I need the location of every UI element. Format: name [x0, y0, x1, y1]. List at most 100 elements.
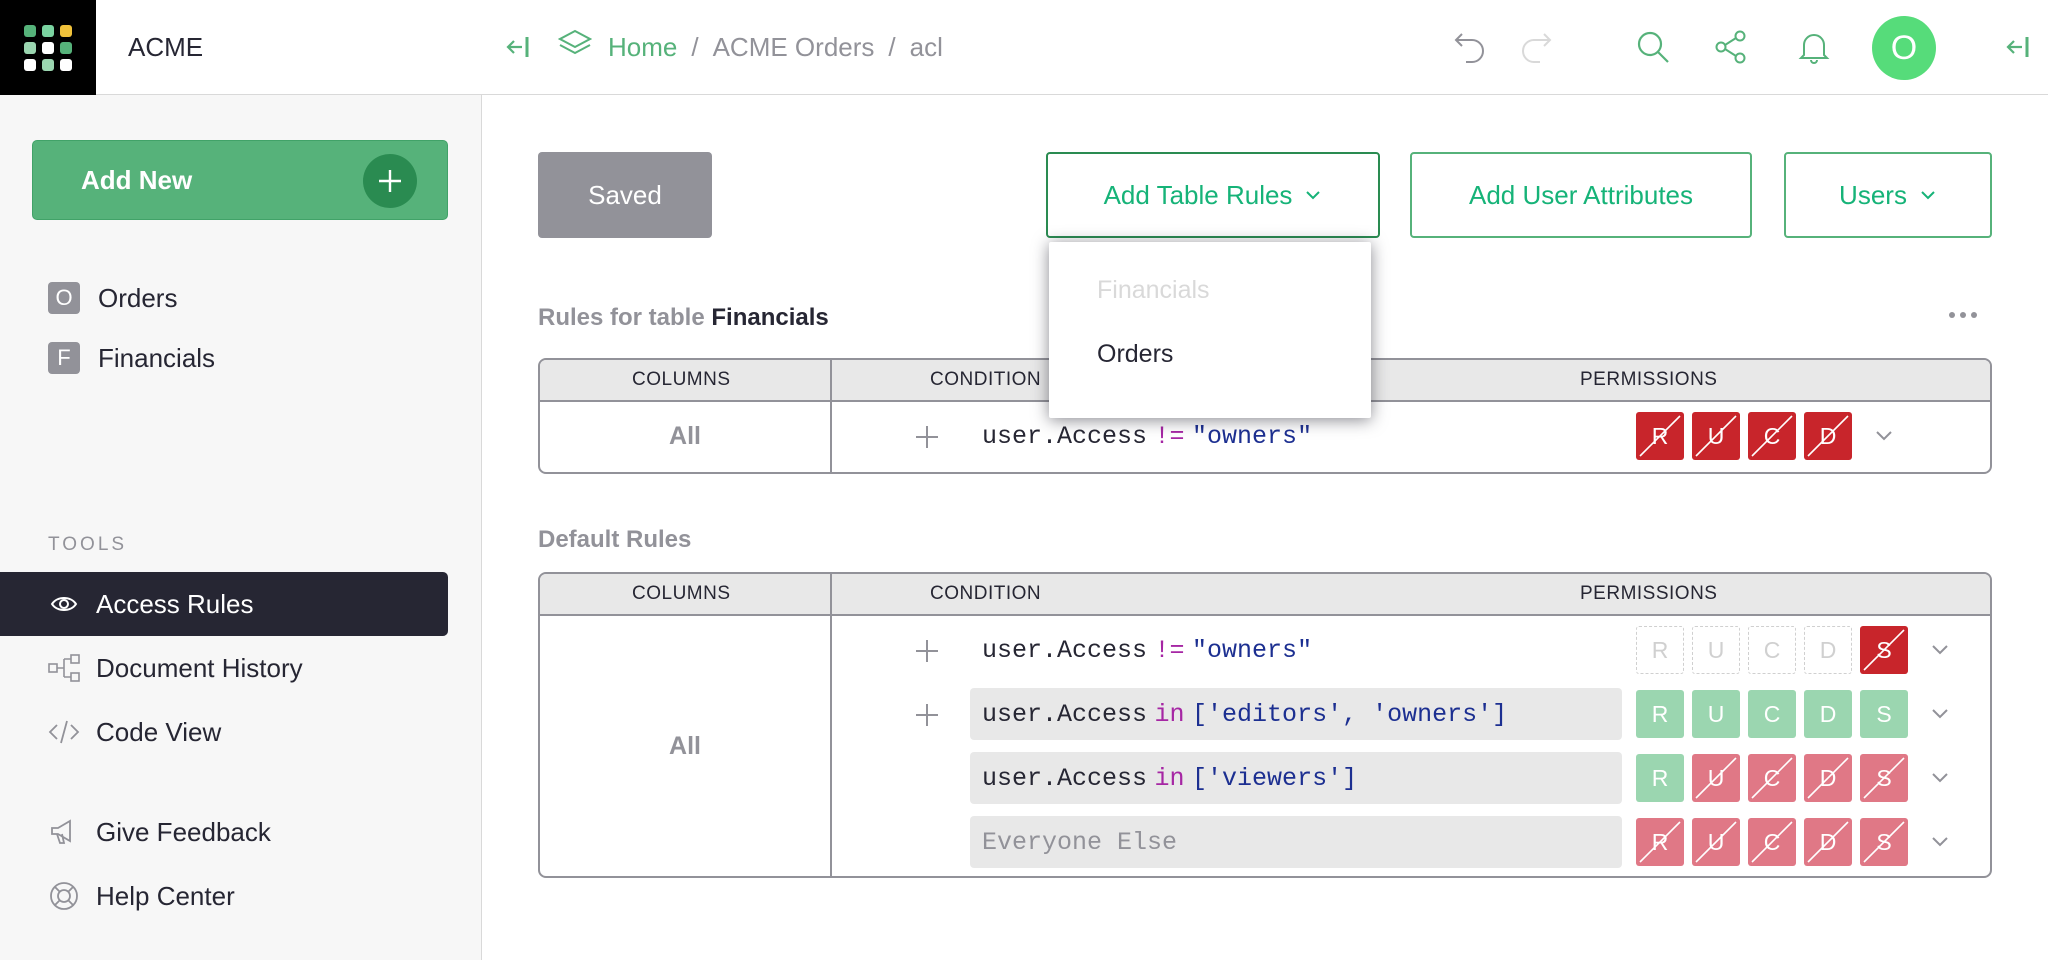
- permission-schema[interactable]: S: [1860, 690, 1908, 738]
- columns-all-cell[interactable]: All: [540, 422, 830, 451]
- notifications-bell-icon[interactable]: [1796, 29, 1832, 65]
- menu-item-financials: Financials: [1097, 276, 1210, 304]
- permission-read[interactable]: R: [1636, 754, 1684, 802]
- header-condition: CONDITION: [930, 369, 1042, 390]
- page-item-financials[interactable]: F Financials: [48, 336, 215, 380]
- undo-icon[interactable]: [1452, 29, 1488, 65]
- permission-read[interactable]: R: [1636, 690, 1684, 738]
- left-panel: ACME Add New O Orders F Financials TOOLS…: [0, 0, 482, 960]
- header-permissions: PERMISSIONS: [1580, 369, 1718, 390]
- header-condition: CONDITION: [930, 583, 1042, 604]
- layers-icon: [557, 29, 593, 66]
- users-button[interactable]: Users: [1784, 152, 1992, 238]
- permission-update[interactable]: U: [1692, 690, 1740, 738]
- tool-label: Help Center: [96, 880, 235, 911]
- eye-icon: [48, 588, 80, 620]
- condition-rhs: ['editors', 'owners']: [1192, 699, 1508, 729]
- everyone-else-field[interactable]: Everyone Else: [970, 816, 1622, 868]
- app-logo[interactable]: [0, 0, 96, 95]
- give-feedback-link[interactable]: Give Feedback: [0, 800, 448, 864]
- redo-icon[interactable]: [1518, 29, 1554, 65]
- page-badge: F: [48, 342, 80, 374]
- permission-create[interactable]: C: [1748, 412, 1796, 460]
- history-icon: [48, 652, 80, 684]
- condition-operator: in: [1154, 763, 1185, 793]
- trash-icon[interactable]: [1986, 636, 1990, 666]
- add-rule-plus-icon[interactable]: [912, 636, 942, 666]
- breadcrumb: Home / ACME Orders / acl: [557, 0, 943, 95]
- permission-update[interactable]: U: [1692, 754, 1740, 802]
- breadcrumb-doc[interactable]: ACME Orders: [713, 32, 875, 63]
- permission-read[interactable]: R: [1636, 626, 1684, 674]
- condition-rhs: ['viewers']: [1192, 763, 1358, 793]
- permission-delete[interactable]: D: [1804, 626, 1852, 674]
- condition-rhs: "owners": [1192, 421, 1313, 451]
- plus-icon: [363, 154, 417, 208]
- add-new-button[interactable]: Add New: [32, 140, 448, 220]
- condition-field[interactable]: user.Access != "owners": [970, 624, 1622, 676]
- permission-delete[interactable]: D: [1804, 754, 1852, 802]
- permission-create[interactable]: C: [1748, 754, 1796, 802]
- add-table-rules-button[interactable]: Add Table Rules: [1046, 152, 1380, 238]
- help-center-link[interactable]: Help Center: [0, 864, 448, 928]
- condition-field[interactable]: user.Access in ['editors', 'owners']: [970, 688, 1622, 740]
- collapse-left-panel-icon[interactable]: [500, 29, 536, 65]
- add-user-attributes-button[interactable]: Add User Attributes: [1410, 152, 1752, 238]
- add-rule-plus-icon[interactable]: [912, 422, 942, 452]
- permission-set: R U C D S: [1636, 690, 1916, 738]
- permission-update[interactable]: U: [1692, 626, 1740, 674]
- columns-all-cell[interactable]: All: [540, 732, 830, 761]
- add-rule-plus-icon[interactable]: [912, 700, 942, 730]
- permission-delete[interactable]: D: [1804, 412, 1852, 460]
- permission-create[interactable]: C: [1748, 818, 1796, 866]
- table-rules-title: Rules for table Financials: [538, 304, 829, 332]
- page-label: Orders: [98, 282, 178, 313]
- tool-code-view[interactable]: Code View: [0, 700, 448, 764]
- chevron-down-icon[interactable]: [1926, 700, 1954, 728]
- permission-delete[interactable]: D: [1804, 690, 1852, 738]
- share-icon[interactable]: [1713, 29, 1749, 65]
- condition-field[interactable]: user.Access in ['viewers']: [970, 752, 1622, 804]
- menu-item-orders[interactable]: Orders: [1097, 340, 1173, 369]
- tool-access-rules[interactable]: Access Rules: [0, 572, 448, 636]
- search-icon[interactable]: [1635, 29, 1671, 65]
- breadcrumb-home[interactable]: Home: [608, 32, 677, 63]
- collapse-right-panel-icon[interactable]: [2000, 29, 2036, 65]
- permission-delete[interactable]: D: [1804, 818, 1852, 866]
- permission-create[interactable]: C: [1748, 626, 1796, 674]
- lifebuoy-icon: [48, 880, 80, 912]
- tool-document-history[interactable]: Document History: [0, 636, 448, 700]
- breadcrumb-separator: /: [888, 32, 896, 62]
- condition-rhs: "owners": [1192, 635, 1313, 665]
- page-badge: O: [48, 282, 80, 314]
- permission-schema[interactable]: S: [1860, 754, 1908, 802]
- more-options-icon[interactable]: [1948, 308, 1978, 326]
- permission-set: R U C D S: [1636, 626, 1916, 674]
- add-table-rules-label: Add Table Rules: [1103, 179, 1293, 210]
- saved-button[interactable]: Saved: [538, 152, 712, 238]
- add-table-rules-menu: Financials Orders: [1049, 242, 1371, 418]
- chevron-down-icon[interactable]: [1926, 828, 1954, 856]
- permission-schema[interactable]: S: [1860, 626, 1908, 674]
- megaphone-icon: [48, 816, 80, 848]
- org-name[interactable]: ACME: [96, 0, 482, 95]
- permission-update[interactable]: U: [1692, 818, 1740, 866]
- chevron-down-icon[interactable]: [1926, 764, 1954, 792]
- tool-label: Document History: [96, 652, 303, 683]
- header-permissions: PERMISSIONS: [1580, 583, 1718, 604]
- page-item-orders[interactable]: O Orders: [48, 276, 177, 320]
- breadcrumb-page[interactable]: acl: [910, 32, 943, 63]
- permission-schema[interactable]: S: [1860, 818, 1908, 866]
- app: ACME Add New O Orders F Financials TOOLS…: [0, 0, 2048, 960]
- permission-create[interactable]: C: [1748, 690, 1796, 738]
- chevron-down-icon[interactable]: [1870, 422, 1898, 450]
- trash-icon[interactable]: [1986, 422, 1990, 452]
- permission-read[interactable]: R: [1636, 818, 1684, 866]
- permission-update[interactable]: U: [1692, 412, 1740, 460]
- chevron-down-icon[interactable]: [1926, 636, 1954, 664]
- condition-operator: !=: [1154, 421, 1185, 451]
- top-bar: Home / ACME Orders / acl O: [482, 0, 2048, 95]
- permission-read[interactable]: R: [1636, 412, 1684, 460]
- add-new-label: Add New: [81, 164, 193, 195]
- user-avatar[interactable]: O: [1872, 16, 1936, 80]
